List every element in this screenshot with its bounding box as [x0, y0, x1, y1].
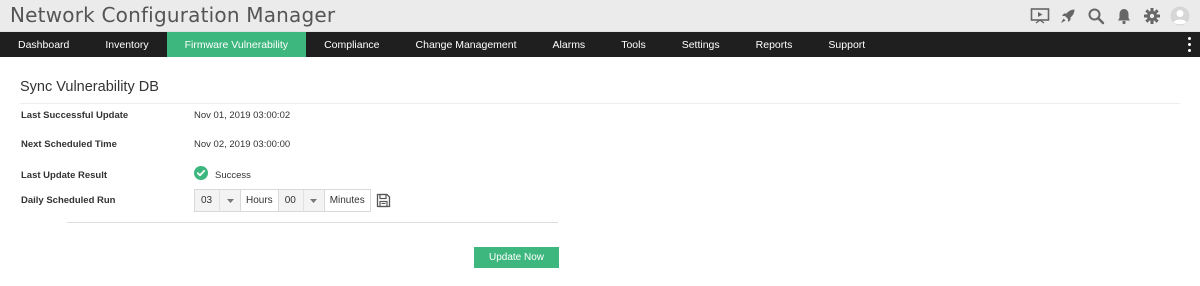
- daily-run-label: Daily Scheduled Run: [21, 195, 116, 206]
- user-avatar-icon[interactable]: [1166, 4, 1194, 28]
- result-label: Last Update Result: [21, 170, 108, 181]
- nav-change-management[interactable]: Change Management: [398, 32, 535, 57]
- next-time-value: Nov 02, 2019 03:00:00: [194, 139, 291, 150]
- next-time-row: Next Scheduled Time Nov 02, 2019 03:00:0…: [21, 139, 290, 150]
- minutes-unit: Minutes: [324, 189, 371, 212]
- bell-icon[interactable]: [1110, 4, 1138, 28]
- more-menu-icon[interactable]: [1186, 37, 1192, 52]
- rocket-icon[interactable]: [1054, 4, 1082, 28]
- nav-settings[interactable]: Settings: [664, 32, 738, 57]
- nav-alarms[interactable]: Alarms: [535, 32, 604, 57]
- nav-reports[interactable]: Reports: [738, 32, 811, 57]
- result-value: Success: [215, 170, 251, 181]
- hours-value: 03: [201, 195, 213, 206]
- status-indicator: Success: [194, 166, 251, 185]
- chevron-down-icon[interactable]: [302, 190, 324, 211]
- schedule-controls: 03 Hours 00 Minutes: [194, 189, 391, 212]
- page-title: Sync Vulnerability DB: [20, 79, 1180, 104]
- result-row: Last Update Result Success: [21, 166, 251, 185]
- hours-select[interactable]: 03: [194, 189, 241, 212]
- header-toolbar: [1026, 4, 1194, 28]
- main-content: Sync Vulnerability DB: [0, 79, 1200, 104]
- update-now-button[interactable]: Update Now: [474, 247, 559, 268]
- nav-support[interactable]: Support: [810, 32, 883, 57]
- minutes-select[interactable]: 00: [278, 189, 325, 212]
- app-title: Network Configuration Manager: [10, 3, 336, 27]
- nav-firmware-vulnerability[interactable]: Firmware Vulnerability: [166, 32, 307, 57]
- next-time-label: Next Scheduled Time: [21, 139, 117, 150]
- nav-tools[interactable]: Tools: [603, 32, 664, 57]
- last-update-row: Last Successful Update Nov 01, 2019 03:0…: [21, 110, 290, 121]
- hours-unit: Hours: [241, 189, 279, 212]
- minutes-value: 00: [284, 195, 296, 206]
- nav-dashboard[interactable]: Dashboard: [0, 32, 87, 57]
- save-icon[interactable]: [376, 193, 391, 208]
- form-divider: [67, 222, 558, 223]
- gear-icon[interactable]: [1138, 4, 1166, 28]
- daily-run-row: Daily Scheduled Run 03 Hours 00 Minutes: [21, 189, 391, 212]
- nav-compliance[interactable]: Compliance: [306, 32, 397, 57]
- chevron-down-icon[interactable]: [219, 190, 240, 211]
- check-circle-icon: [194, 166, 208, 185]
- last-update-value: Nov 01, 2019 03:00:02: [194, 110, 291, 121]
- last-update-label: Last Successful Update: [21, 110, 129, 121]
- app-header: Network Configuration Manager: [0, 0, 1200, 32]
- nav-inventory[interactable]: Inventory: [87, 32, 166, 57]
- main-nav: Dashboard Inventory Firmware Vulnerabili…: [0, 32, 1200, 57]
- search-icon[interactable]: [1082, 4, 1110, 28]
- presentation-icon[interactable]: [1026, 4, 1054, 28]
